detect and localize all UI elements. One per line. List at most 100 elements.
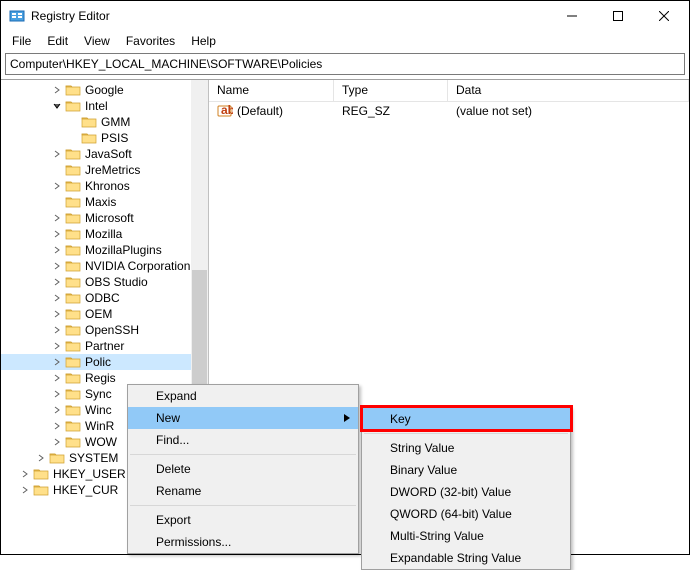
context-find[interactable]: Find... xyxy=(128,429,358,451)
tree-item-label: ODBC xyxy=(85,291,120,305)
tree-item[interactable]: Google xyxy=(1,82,208,98)
submenu-qword[interactable]: QWORD (64-bit) Value xyxy=(362,503,570,525)
window-title: Registry Editor xyxy=(31,9,549,23)
col-data[interactable]: Data xyxy=(448,80,689,101)
tree-item[interactable]: OEM xyxy=(1,306,208,322)
tree-item[interactable]: JavaSoft xyxy=(1,146,208,162)
list-row[interactable]: ab (Default) REG_SZ (value not set) xyxy=(209,102,689,120)
menu-edit[interactable]: Edit xyxy=(40,32,75,50)
tree-item[interactable]: NVIDIA Corporation xyxy=(1,258,208,274)
tree-item[interactable]: MozillaPlugins xyxy=(1,242,208,258)
context-permissions[interactable]: Permissions... xyxy=(128,531,358,553)
tree-item-label: Google xyxy=(85,83,124,97)
submenu-expstring[interactable]: Expandable String Value xyxy=(362,547,570,569)
expand-icon[interactable] xyxy=(49,306,65,322)
expand-icon[interactable] xyxy=(49,338,65,354)
spacer xyxy=(65,114,81,130)
expand-icon[interactable] xyxy=(49,418,65,434)
collapse-icon[interactable] xyxy=(49,98,65,114)
expand-icon[interactable] xyxy=(17,482,33,498)
tree-item[interactable]: Microsoft xyxy=(1,210,208,226)
tree-item-label: Polic xyxy=(85,355,111,369)
tree-item-label: Intel xyxy=(85,99,108,113)
expand-icon[interactable] xyxy=(49,354,65,370)
tree-item-label: WinR xyxy=(85,419,114,433)
expand-icon[interactable] xyxy=(49,386,65,402)
menu-view[interactable]: View xyxy=(77,32,117,50)
tree-item[interactable]: Mozilla xyxy=(1,226,208,242)
tree-item[interactable]: Khronos xyxy=(1,178,208,194)
folder-icon xyxy=(65,227,81,241)
context-export[interactable]: Export xyxy=(128,509,358,531)
folder-icon xyxy=(65,179,81,193)
folder-icon xyxy=(65,147,81,161)
context-rename[interactable]: Rename xyxy=(128,480,358,502)
folder-icon xyxy=(65,403,81,417)
tree-item-label: HKEY_USER xyxy=(53,467,126,481)
value-data: (value not set) xyxy=(448,104,689,118)
expand-icon[interactable] xyxy=(49,258,65,274)
close-button[interactable] xyxy=(641,1,687,31)
expand-icon[interactable] xyxy=(49,370,65,386)
folder-icon xyxy=(65,435,81,449)
context-new[interactable]: New xyxy=(128,407,358,429)
expand-icon[interactable] xyxy=(49,146,65,162)
tree-item[interactable]: OpenSSH xyxy=(1,322,208,338)
tree-item[interactable]: PSIS xyxy=(1,130,208,146)
tree-item[interactable]: Intel xyxy=(1,98,208,114)
folder-icon xyxy=(65,371,81,385)
tree-item[interactable]: GMM xyxy=(1,114,208,130)
minimize-button[interactable] xyxy=(549,1,595,31)
col-name[interactable]: Name xyxy=(209,80,334,101)
folder-icon xyxy=(65,387,81,401)
tree-item[interactable]: Polic xyxy=(1,354,208,370)
tree-item-label: OBS Studio xyxy=(85,275,148,289)
submenu-string[interactable]: String Value xyxy=(362,437,570,459)
tree-item[interactable]: Maxis xyxy=(1,194,208,210)
expand-icon[interactable] xyxy=(49,178,65,194)
context-delete[interactable]: Delete xyxy=(128,458,358,480)
list-header: Name Type Data xyxy=(209,80,689,102)
menu-favorites[interactable]: Favorites xyxy=(119,32,182,50)
submenu-binary[interactable]: Binary Value xyxy=(362,459,570,481)
submenu-key[interactable]: Key xyxy=(362,408,570,430)
expand-icon[interactable] xyxy=(49,322,65,338)
menu-file[interactable]: File xyxy=(5,32,38,50)
expand-icon[interactable] xyxy=(49,290,65,306)
maximize-button[interactable] xyxy=(595,1,641,31)
value-type: REG_SZ xyxy=(334,104,448,118)
submenu-multistring[interactable]: Multi-String Value xyxy=(362,525,570,547)
tree-item-label: JavaSoft xyxy=(85,147,132,161)
expand-icon[interactable] xyxy=(49,82,65,98)
tree-item[interactable]: OBS Studio xyxy=(1,274,208,290)
tree-item-label: PSIS xyxy=(101,131,128,145)
expand-icon[interactable] xyxy=(49,210,65,226)
expand-icon[interactable] xyxy=(49,402,65,418)
spacer xyxy=(49,194,65,210)
tree-item-label: Sync xyxy=(85,387,112,401)
context-expand[interactable]: Expand xyxy=(128,385,358,407)
tree-item-label: Maxis xyxy=(85,195,116,209)
expand-icon[interactable] xyxy=(17,466,33,482)
folder-icon xyxy=(81,115,97,129)
submenu-dword[interactable]: DWORD (32-bit) Value xyxy=(362,481,570,503)
tree-item-label: WOW xyxy=(85,435,117,449)
tree-item-label: Winc xyxy=(85,403,112,417)
expand-icon[interactable] xyxy=(49,226,65,242)
folder-icon xyxy=(65,83,81,97)
expand-icon[interactable] xyxy=(49,434,65,450)
new-submenu: Key String Value Binary Value DWORD (32-… xyxy=(361,407,571,570)
expand-icon[interactable] xyxy=(49,242,65,258)
tree-item[interactable]: Partner xyxy=(1,338,208,354)
folder-icon xyxy=(65,355,81,369)
expand-icon[interactable] xyxy=(49,274,65,290)
col-type[interactable]: Type xyxy=(334,80,448,101)
tree-item[interactable]: JreMetrics xyxy=(1,162,208,178)
folder-icon xyxy=(65,307,81,321)
menu-help[interactable]: Help xyxy=(184,32,223,50)
tree-item-label: SYSTEM xyxy=(69,451,118,465)
address-bar[interactable]: Computer\HKEY_LOCAL_MACHINE\SOFTWARE\Pol… xyxy=(5,53,685,75)
expand-icon[interactable] xyxy=(33,450,49,466)
tree-item-label: Partner xyxy=(85,339,124,353)
tree-item[interactable]: ODBC xyxy=(1,290,208,306)
